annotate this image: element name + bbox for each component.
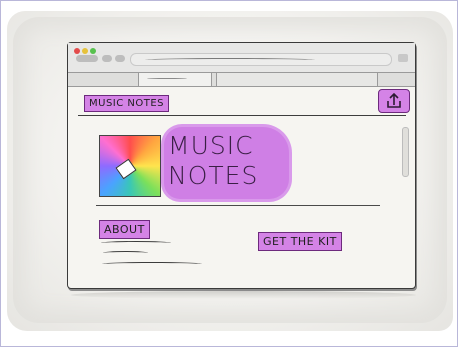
- site-title-highlight: MUSIC NOTES: [164, 127, 289, 199]
- browser-titlebar: [68, 43, 415, 73]
- browser-window: MUSIC NOTES MUSIC NOTES ABOUT GET THE KI…: [67, 42, 416, 289]
- tab-bar: [68, 73, 415, 87]
- forward-button[interactable]: [102, 55, 112, 62]
- share-button[interactable]: [378, 89, 410, 113]
- about-heading[interactable]: ABOUT: [99, 220, 150, 239]
- section-divider: [96, 205, 380, 206]
- tab-title-scribble: [147, 78, 187, 79]
- reload-button[interactable]: [115, 55, 125, 62]
- about-text-line: [101, 241, 171, 245]
- back-button[interactable]: [76, 55, 98, 62]
- url-scribble: [145, 58, 315, 62]
- page-content: MUSIC NOTES MUSIC NOTES ABOUT GET THE KI…: [68, 87, 415, 288]
- site-title-line1: MUSIC: [168, 131, 254, 160]
- maximize-window-button[interactable]: [90, 48, 96, 54]
- site-nav-link[interactable]: MUSIC NOTES: [84, 95, 170, 112]
- browser-shadow: [71, 291, 416, 299]
- get-the-kit-button[interactable]: GET THE KIT: [258, 232, 342, 251]
- site-title-line2: NOTES: [168, 161, 259, 190]
- minimize-window-button[interactable]: [82, 48, 88, 54]
- site-title: MUSIC NOTES: [168, 131, 288, 191]
- logo-note-tile: [115, 158, 137, 180]
- sketch-frame: MUSIC NOTES MUSIC NOTES ABOUT GET THE KI…: [0, 0, 458, 347]
- about-text-line: [103, 251, 148, 255]
- tab-active[interactable]: [138, 73, 212, 86]
- share-icon: [387, 92, 401, 108]
- tab-inactive[interactable]: [216, 73, 378, 86]
- close-window-button[interactable]: [74, 48, 80, 54]
- page-scrollbar[interactable]: [402, 127, 409, 177]
- address-bar[interactable]: [130, 53, 392, 66]
- browser-menu-button[interactable]: [398, 54, 408, 62]
- about-text-line: [102, 262, 202, 266]
- color-wheel-logo: [99, 135, 161, 197]
- header-divider: [78, 115, 406, 116]
